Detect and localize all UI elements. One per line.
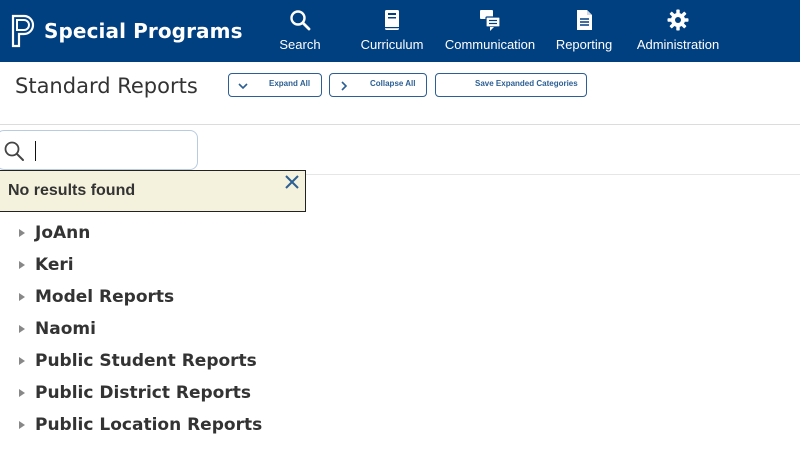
brand[interactable]: Special Programs	[10, 12, 243, 50]
chevron-right-icon	[341, 81, 348, 91]
document-icon	[577, 10, 592, 30]
gear-icon	[667, 9, 689, 31]
no-results-popup: No results found	[0, 170, 306, 212]
app-title: Special Programs	[44, 19, 243, 43]
category-label: Keri	[35, 255, 74, 275]
search-icon	[4, 141, 24, 161]
nav-reporting[interactable]: Reporting	[552, 8, 616, 58]
book-icon	[385, 10, 399, 30]
expand-all-label: Expand All	[269, 79, 311, 88]
top-nav-bar: Special Programs Search Curriculum Commu…	[0, 0, 800, 62]
no-results-message: No results found	[8, 182, 136, 199]
category-label: Public Student Reports	[35, 351, 257, 371]
expand-triangle-icon	[19, 357, 25, 365]
nav-curriculum-label: Curriculum	[360, 37, 424, 52]
category-public-location-reports[interactable]: Public Location Reports	[0, 410, 400, 440]
category-public-student-reports[interactable]: Public Student Reports	[0, 346, 400, 376]
nav-administration-label: Administration	[636, 37, 720, 52]
nav-communication-label: Communication	[444, 37, 536, 52]
powerschool-logo-icon	[11, 14, 35, 48]
category-model-reports[interactable]: Model Reports	[0, 282, 400, 312]
expand-triangle-icon	[19, 261, 25, 269]
category-label: Public District Reports	[35, 383, 251, 403]
category-label: Public Location Reports	[35, 415, 263, 435]
save-expanded-label: Save Expanded Categories	[475, 79, 578, 88]
nav-curriculum[interactable]: Curriculum	[357, 8, 427, 58]
nav-administration[interactable]: Administration	[632, 8, 724, 58]
search-box[interactable]	[0, 130, 198, 170]
expand-all-button[interactable]: Expand All	[228, 73, 322, 97]
save-expanded-categories-button[interactable]: Save Expanded Categories	[435, 73, 587, 97]
nav-communication[interactable]: Communication	[442, 8, 538, 58]
text-cursor	[35, 141, 36, 161]
chevron-down-icon	[238, 83, 248, 90]
category-joann[interactable]: JoAnn	[0, 218, 400, 248]
expand-triangle-icon	[19, 389, 25, 397]
category-naomi[interactable]: Naomi	[0, 314, 400, 344]
category-keri[interactable]: Keri	[0, 250, 400, 280]
collapse-all-label: Collapse All	[370, 79, 416, 88]
expand-triangle-icon	[19, 229, 25, 237]
header-divider	[0, 124, 800, 125]
search-icon	[290, 10, 311, 31]
category-public-district-reports[interactable]: Public District Reports	[0, 378, 400, 408]
nav-search-label: Search	[279, 37, 321, 52]
category-label: Model Reports	[35, 287, 175, 307]
search-input[interactable]	[35, 139, 189, 163]
category-label: JoAnn	[35, 223, 91, 243]
page-title: Standard Reports	[15, 74, 198, 98]
category-label: Naomi	[35, 319, 96, 339]
nav-reporting-label: Reporting	[555, 37, 613, 52]
expand-triangle-icon	[19, 325, 25, 333]
expand-triangle-icon	[19, 421, 25, 429]
chat-icon	[480, 10, 501, 31]
nav-search[interactable]: Search	[276, 8, 324, 58]
expand-triangle-icon	[19, 293, 25, 301]
collapse-all-button[interactable]: Collapse All	[329, 73, 427, 97]
close-icon[interactable]	[284, 174, 300, 190]
